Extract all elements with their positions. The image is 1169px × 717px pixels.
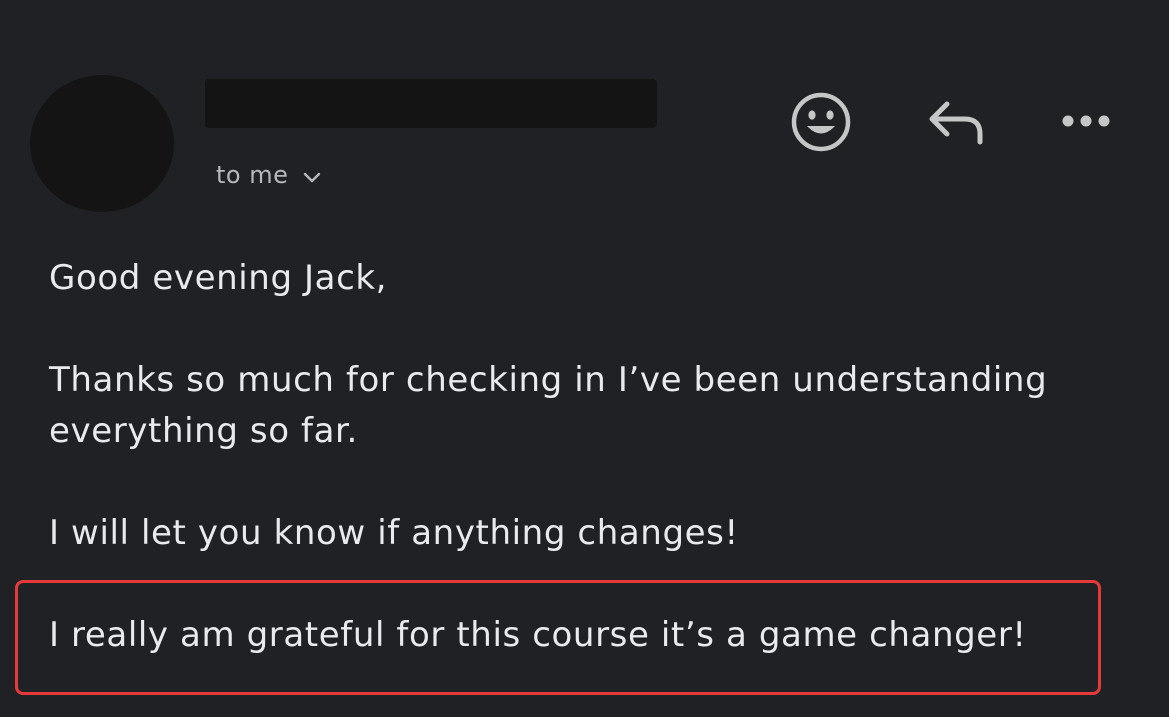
message-paragraph-1-line-2: everything so far. bbox=[49, 411, 358, 451]
sender-avatar[interactable] bbox=[30, 75, 174, 212]
reply-button[interactable] bbox=[922, 96, 988, 148]
recipient-label: to me bbox=[216, 161, 289, 189]
sender-name-redacted bbox=[205, 79, 657, 128]
more-options-button[interactable] bbox=[1056, 104, 1116, 138]
emoji-reaction-icon bbox=[791, 92, 851, 152]
recipient-details-toggle[interactable]: to me bbox=[216, 157, 322, 193]
chevron-down-icon bbox=[302, 168, 322, 188]
message-paragraph-1-line-1: Thanks so much for checking in I’ve been… bbox=[49, 360, 1048, 400]
message-paragraph-3: I really am grateful for this course it’… bbox=[49, 615, 1027, 655]
reply-icon bbox=[929, 101, 983, 145]
message-greeting: Good evening Jack, bbox=[49, 258, 388, 298]
message-paragraph-2: I will let you know if anything changes! bbox=[49, 513, 739, 553]
message-paragraph-1: Thanks so much for checking in I’ve been… bbox=[49, 355, 1047, 457]
more-options-icon bbox=[1062, 115, 1110, 127]
add-reaction-button[interactable] bbox=[788, 89, 854, 155]
